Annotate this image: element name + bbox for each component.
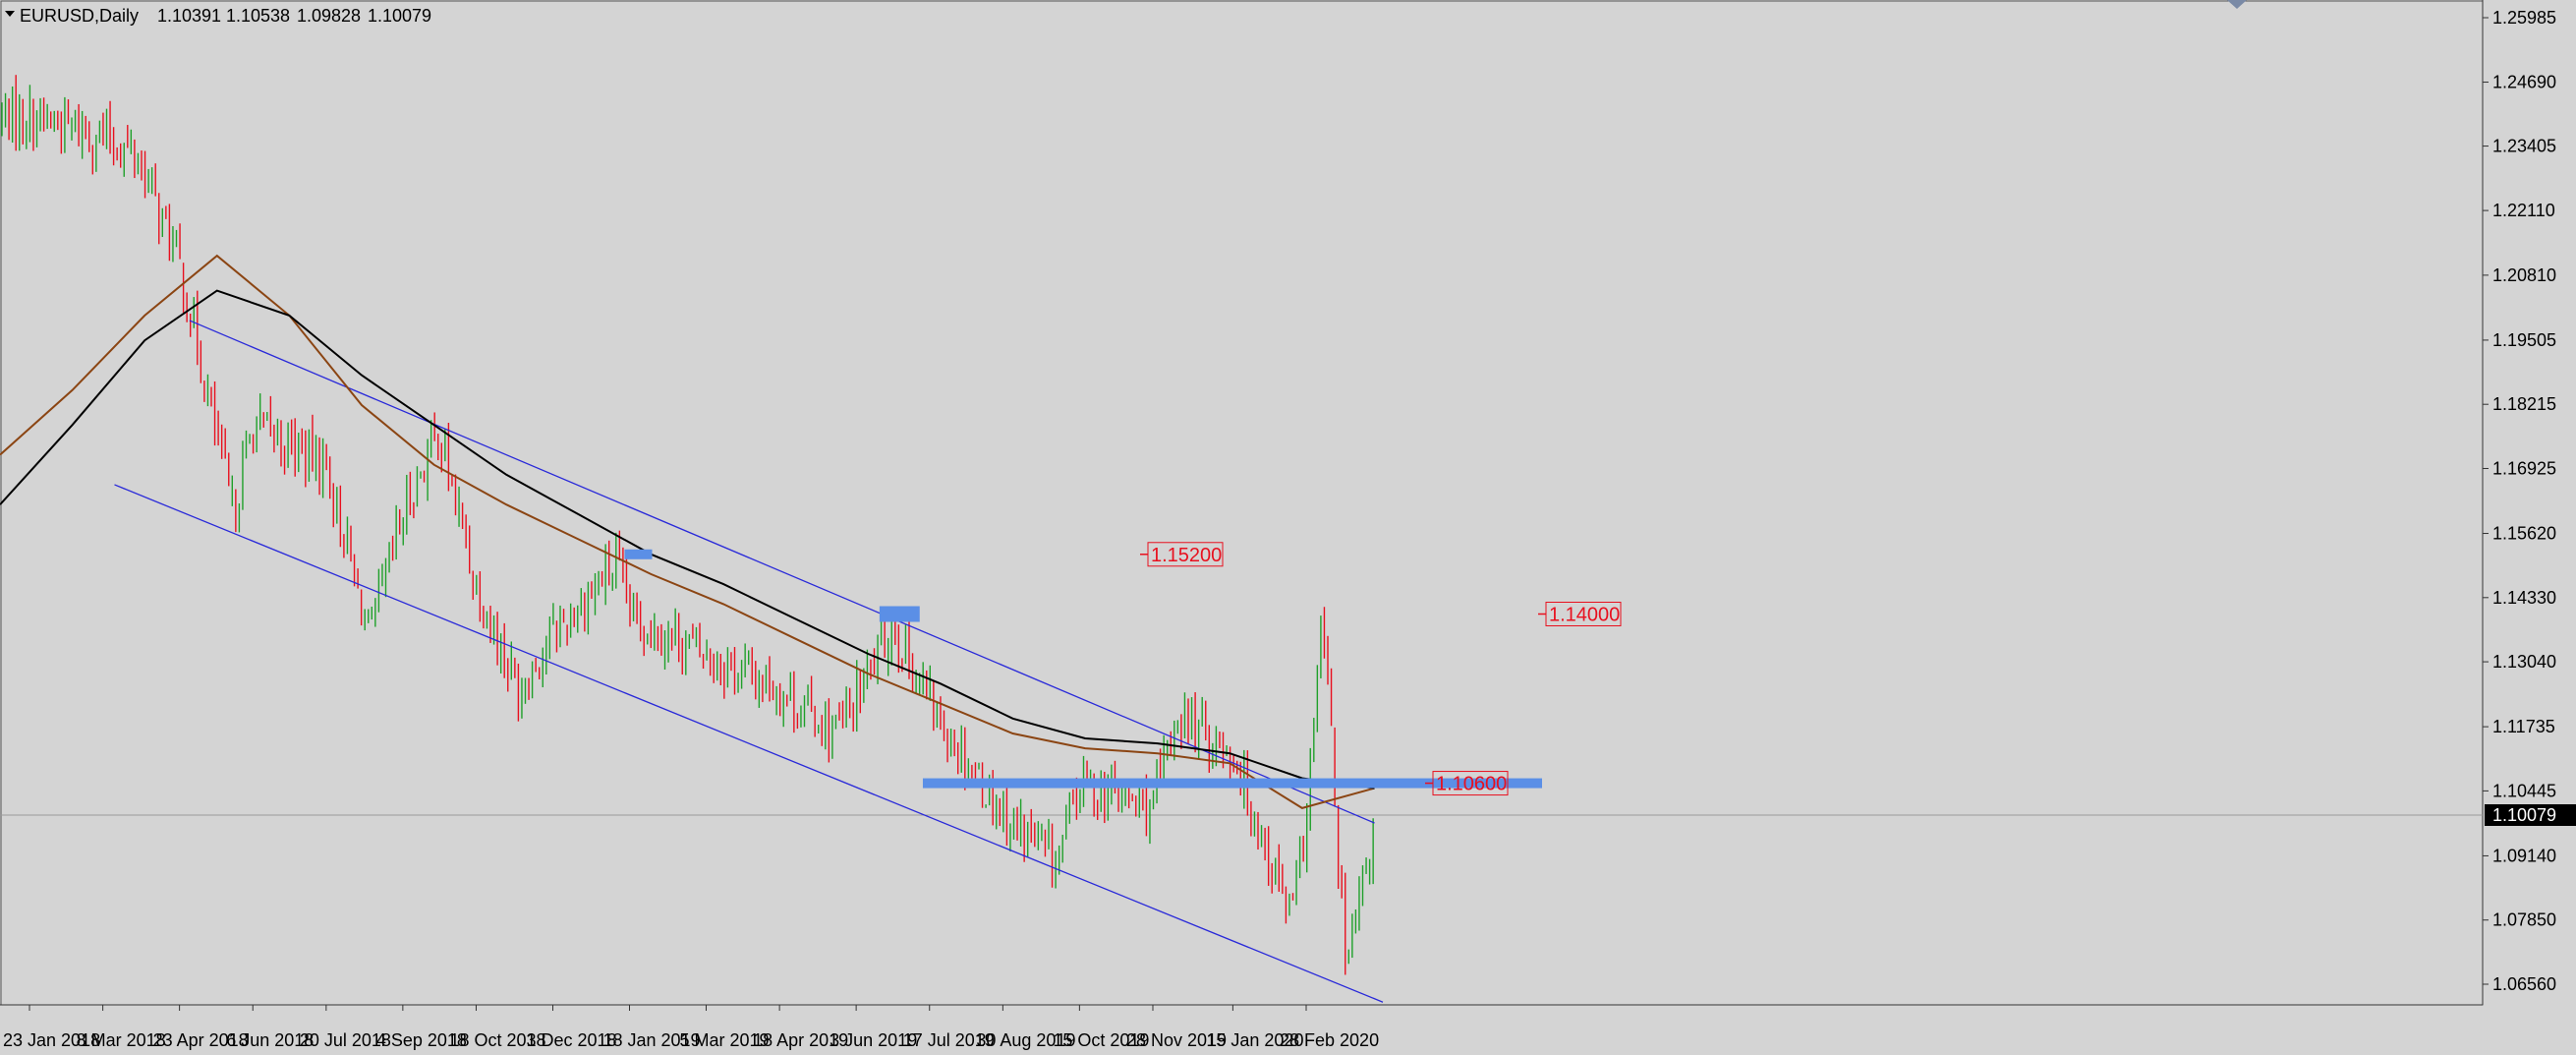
time-tick-label: 28 Feb 2020 xyxy=(1280,1030,1379,1050)
price-chart[interactable]: 1.25985 1.24690 1.23405 1.22110 1.20810 1.195… xyxy=(0,0,2576,1055)
level-label: 1.14000 xyxy=(1549,604,1620,625)
current-price-label: 1.10079 xyxy=(2492,805,2556,825)
level-label: 1.10600 xyxy=(1436,774,1507,795)
price-tick-label: 1.14330 xyxy=(2492,588,2556,608)
chart-header: EURUSD,Daily 1.10391 1.10538 1.09828 1.1… xyxy=(5,6,431,26)
price-tick-label: 1.11735 xyxy=(2492,717,2555,736)
current-price-marker: 1.10079 xyxy=(2485,804,2576,826)
price-tick-label: 1.19505 xyxy=(2492,330,2556,350)
price-tick-label: 1.16925 xyxy=(2492,458,2556,478)
price-tick-label: 1.24690 xyxy=(2492,73,2556,92)
low-value: 1.09828 xyxy=(297,6,361,26)
price-tick-label: 1.07850 xyxy=(2492,910,2556,930)
close-value: 1.10079 xyxy=(368,6,431,26)
price-tick-label: 1.15620 xyxy=(2492,524,2556,544)
symbol-label: EURUSD,Daily xyxy=(20,6,139,26)
chart-background xyxy=(0,0,2576,1055)
price-tick-label: 1.25985 xyxy=(2492,8,2556,28)
price-tick-label: 1.20810 xyxy=(2492,265,2556,285)
price-zone[interactable] xyxy=(879,606,920,622)
open-value: 1.10391 xyxy=(157,6,221,26)
price-tick-label: 1.10445 xyxy=(2492,781,2556,800)
price-tick-label: 1.09140 xyxy=(2492,846,2556,865)
price-tick-label: 1.06560 xyxy=(2492,974,2556,994)
high-value: 1.10538 xyxy=(226,6,290,26)
price-zone[interactable] xyxy=(624,549,653,559)
price-tick-label: 1.22110 xyxy=(2492,201,2555,220)
price-tick-label: 1.18215 xyxy=(2492,394,2556,414)
price-tick-label: 1.23405 xyxy=(2492,137,2556,156)
price-tick-label: 1.13040 xyxy=(2492,652,2556,672)
level-label: 1.15200 xyxy=(1151,545,1222,566)
